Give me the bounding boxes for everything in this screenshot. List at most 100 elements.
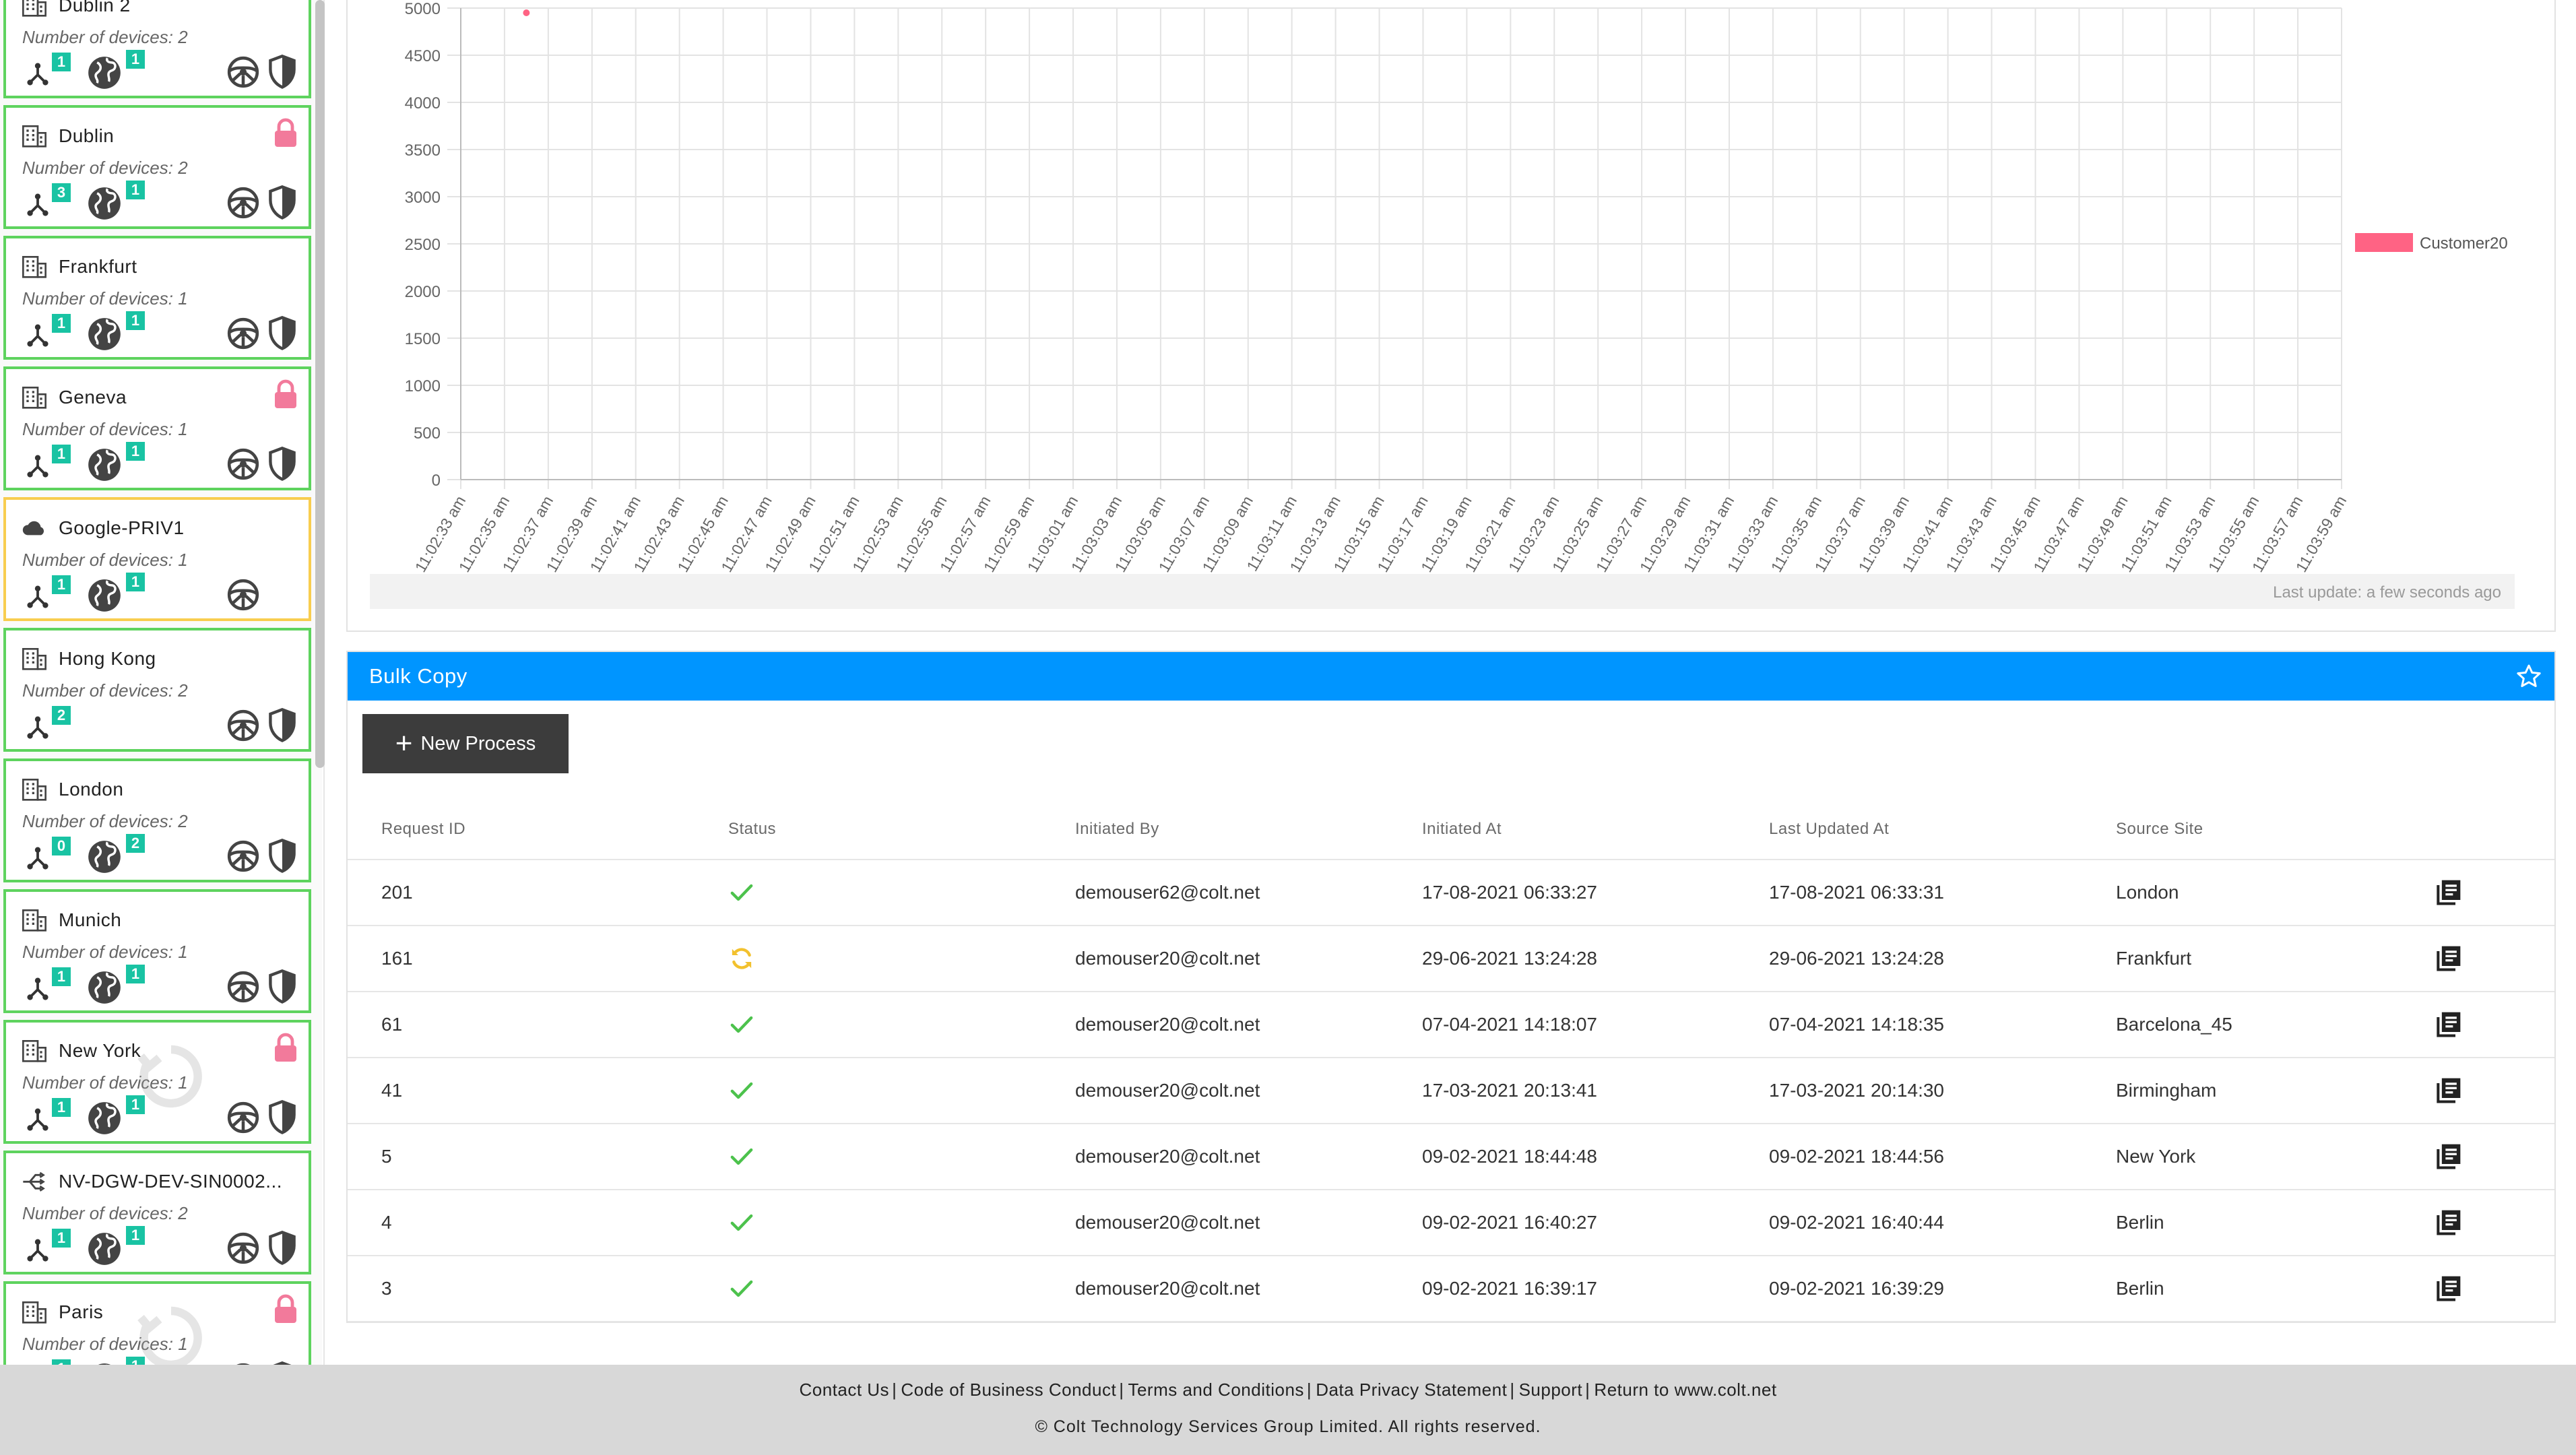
site-title-row: Dublin xyxy=(21,121,114,151)
site-card[interactable]: Munich Number of devices: 111 xyxy=(3,889,311,1013)
globe-icon[interactable] xyxy=(87,1231,122,1266)
table-row[interactable]: 5 demouser20@colt.net 09-02-2021 18:44:48 0… xyxy=(348,1124,2554,1190)
column-header-initiated-at[interactable]: Initiated At xyxy=(1388,799,1735,860)
view-details-icon[interactable] xyxy=(2433,1274,2463,1303)
site-card[interactable]: Frankfurt Number of devices: 111 xyxy=(3,236,311,360)
shield-icon[interactable] xyxy=(267,446,297,482)
branch-icon[interactable] xyxy=(25,715,51,740)
site-title-row: NV-DGW-DEV-SIN0002... xyxy=(21,1167,282,1196)
building-icon xyxy=(21,777,48,802)
steering-wheel-icon[interactable] xyxy=(226,55,260,89)
branch-icon[interactable] xyxy=(25,977,51,1001)
shield-icon[interactable] xyxy=(267,969,297,1005)
column-header-last-updated-at[interactable]: Last Updated At xyxy=(1735,799,2082,860)
branch-icon[interactable] xyxy=(25,323,51,348)
branch-icon[interactable] xyxy=(25,846,51,870)
branch-icon[interactable] xyxy=(25,1238,51,1262)
footer-link[interactable]: Return to www.colt.net xyxy=(1594,1380,1776,1400)
table-row[interactable]: 61 demouser20@colt.net 07-04-2021 14:18:07… xyxy=(348,992,2554,1058)
shield-icon[interactable] xyxy=(267,1099,297,1136)
globe-icon[interactable] xyxy=(87,317,122,352)
table-row[interactable]: 3 demouser20@colt.net 09-02-2021 16:39:17 0… xyxy=(348,1256,2554,1322)
branch-icon[interactable] xyxy=(25,585,51,609)
view-details-icon[interactable] xyxy=(2433,1076,2463,1105)
site-status-icons: 02 xyxy=(21,830,297,873)
branch-count-badge: 1 xyxy=(52,1098,71,1117)
steering-wheel-icon[interactable] xyxy=(226,578,260,612)
site-sidebar[interactable]: Dublin 2 Number of devices: 2 1 1 Dublin Numb… xyxy=(0,0,322,1365)
table-row[interactable]: 201 demouser62@colt.net 17-08-2021 06:33:2… xyxy=(348,860,2554,926)
branch-icon[interactable] xyxy=(25,62,51,86)
y-tick-label: 4500 xyxy=(405,47,441,65)
globe-icon[interactable] xyxy=(87,447,122,482)
checkmark-icon xyxy=(728,879,755,906)
globe-icon[interactable] xyxy=(87,55,122,90)
building-icon xyxy=(21,0,48,18)
actions-cell xyxy=(2433,1124,2554,1190)
site-card[interactable]: Dublin Number of devices: 231 xyxy=(3,105,311,229)
site-card[interactable]: London Number of devices: 202 xyxy=(3,758,311,882)
site-name: NV-DGW-DEV-SIN0002... xyxy=(59,1171,283,1192)
status-cell xyxy=(695,992,1041,1058)
last-update-text: Last update: a few seconds ago xyxy=(370,574,2515,609)
table-row[interactable]: 161 demouser20@colt.net 29-06-2021 13:24:2… xyxy=(348,926,2554,992)
view-details-icon[interactable] xyxy=(2433,1142,2463,1171)
steering-wheel-icon[interactable] xyxy=(226,970,260,1004)
site-card[interactable]: Dublin 2 Number of devices: 211 xyxy=(3,0,311,98)
globe-icon[interactable] xyxy=(87,970,122,1005)
new-process-button[interactable]: + New Process xyxy=(362,714,569,773)
request-id-cell: 201 xyxy=(348,860,695,926)
shield-icon[interactable] xyxy=(267,185,297,221)
footer-link[interactable]: Terms and Conditions xyxy=(1128,1380,1303,1400)
shield-icon[interactable] xyxy=(267,838,297,874)
view-details-icon[interactable] xyxy=(2433,878,2463,907)
steering-wheel-icon[interactable] xyxy=(226,317,260,350)
legend-swatch[interactable] xyxy=(2355,233,2413,252)
site-card[interactable]: ParisNumber of devices: 111 xyxy=(3,1281,311,1365)
site-card[interactable]: Geneva Number of devices: 111 xyxy=(3,366,311,490)
site-device-count: Number of devices: 1 xyxy=(22,550,188,570)
shield-icon[interactable] xyxy=(267,54,297,90)
table-row[interactable]: 41 demouser20@colt.net 17-03-2021 20:13:41… xyxy=(348,1058,2554,1124)
shield-icon[interactable] xyxy=(267,707,297,744)
steering-wheel-icon[interactable] xyxy=(226,1231,260,1265)
steering-wheel-icon[interactable] xyxy=(226,447,260,481)
source-site-cell: London xyxy=(2082,860,2433,926)
data-point[interactable] xyxy=(523,9,530,16)
site-card[interactable]: NV-DGW-DEV-SIN0002... Number of devices: … xyxy=(3,1151,311,1274)
footer-separator: | xyxy=(892,1380,897,1400)
site-card[interactable]: Google-PRIV1 Number of devices: 111 xyxy=(3,497,311,621)
globe-icon[interactable] xyxy=(87,186,122,221)
footer-link[interactable]: Code of Business Conduct xyxy=(901,1380,1116,1400)
sidebar-scrollbar[interactable] xyxy=(315,0,325,768)
branch-icon[interactable] xyxy=(25,193,51,217)
footer-link[interactable]: Support xyxy=(1519,1380,1583,1400)
shield-icon[interactable] xyxy=(267,1230,297,1266)
footer-link[interactable]: Contact Us xyxy=(799,1380,889,1400)
branch-icon[interactable] xyxy=(25,1107,51,1132)
steering-wheel-icon[interactable] xyxy=(226,1101,260,1134)
footer-link[interactable]: Data Privacy Statement xyxy=(1316,1380,1507,1400)
initiated-at-cell: 29-06-2021 13:24:28 xyxy=(1388,926,1735,992)
globe-icon[interactable] xyxy=(87,1101,122,1136)
star-icon[interactable] xyxy=(2515,663,2542,690)
view-details-icon[interactable] xyxy=(2433,1208,2463,1237)
table-row[interactable]: 4 demouser20@colt.net 09-02-2021 16:40:27 0… xyxy=(348,1190,2554,1256)
shield-icon[interactable] xyxy=(267,315,297,352)
steering-wheel-icon[interactable] xyxy=(226,709,260,742)
site-name: New York xyxy=(59,1040,141,1061)
column-header-initiated-by[interactable]: Initiated By xyxy=(1041,799,1388,860)
column-header-source-site[interactable]: Source Site xyxy=(2082,799,2433,860)
view-details-icon[interactable] xyxy=(2433,1010,2463,1039)
legend-label[interactable]: Customer20 xyxy=(2420,234,2508,253)
steering-wheel-icon[interactable] xyxy=(226,186,260,220)
steering-wheel-icon[interactable] xyxy=(226,839,260,873)
column-header-status[interactable]: Status xyxy=(695,799,1041,860)
globe-icon[interactable] xyxy=(87,839,122,874)
branch-icon[interactable] xyxy=(25,454,51,478)
site-card[interactable]: Hong Kong Number of devices: 2 2 xyxy=(3,628,311,752)
globe-icon[interactable] xyxy=(87,578,122,613)
site-card[interactable]: New York Number of devices: 111 xyxy=(3,1020,311,1144)
view-details-icon[interactable] xyxy=(2433,944,2463,973)
column-header-request-id[interactable]: Request ID xyxy=(348,799,695,860)
